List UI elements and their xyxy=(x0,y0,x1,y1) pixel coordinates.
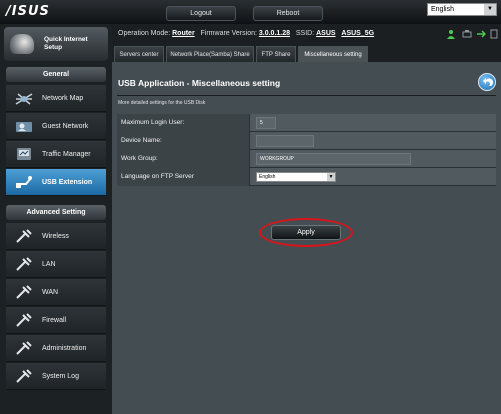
tab-miscellaneous-setting[interactable]: Miscellaneous setting xyxy=(298,46,368,62)
sidebar-item-label: Traffic Manager xyxy=(42,151,91,158)
printer-status-icon[interactable] xyxy=(462,29,472,39)
tab-ftp-share[interactable]: FTP Share xyxy=(256,46,296,62)
sidebar-item-label: Firewall xyxy=(42,317,67,324)
apply-button[interactable]: Apply xyxy=(271,225,341,240)
wrench-icon xyxy=(16,229,32,243)
ftp-language-select[interactable]: English ▼ xyxy=(256,172,336,182)
sidebar-item-traffic-manager[interactable]: Traffic Manager xyxy=(6,141,106,168)
language-select[interactable]: English ▼ xyxy=(427,3,497,16)
sidebar-item-label: Administration xyxy=(42,345,87,352)
title-divider xyxy=(117,95,496,96)
page-description: More detailed settings for the USB Disk xyxy=(118,100,206,106)
page-title: USB Application - Miscellaneous setting xyxy=(118,78,281,88)
quick-setup-icon xyxy=(10,34,34,54)
wrench-icon xyxy=(16,285,32,299)
back-button[interactable] xyxy=(478,73,496,91)
sidebar-item-label: Network Map xyxy=(42,95,84,102)
workgroup-input[interactable]: WORKGROUP xyxy=(256,153,411,165)
firmware-label: Firmware Version: xyxy=(200,30,257,37)
sidebar-item-label: Guest Network xyxy=(42,123,89,130)
traffic-manager-icon xyxy=(17,148,31,160)
max-login-input[interactable]: 5 xyxy=(256,117,276,129)
sidebar-item-network-map[interactable]: Network Map xyxy=(6,85,106,112)
chevron-down-icon: ▼ xyxy=(327,173,335,181)
sidebar-item-label: USB Extension xyxy=(42,179,93,186)
ssid-link-5g[interactable]: ASUS_5G xyxy=(341,30,374,37)
ssid-label: SSID: xyxy=(295,30,315,37)
sidebar-item-label: LAN xyxy=(42,261,56,268)
language-select-value: English xyxy=(431,6,454,13)
wrench-icon xyxy=(16,369,32,383)
disk-status-icon[interactable] xyxy=(489,29,499,39)
sidebar-item-administration[interactable]: Administration xyxy=(6,335,106,362)
status-bar: Operation Mode: Router Firmware Version:… xyxy=(112,24,501,44)
settings-panel: USB Application - Miscellaneous setting … xyxy=(112,62,501,414)
user-status-icon[interactable] xyxy=(446,29,456,39)
wrench-icon xyxy=(16,313,32,327)
device-name-label: Device Name: xyxy=(117,132,250,150)
sidebar-item-usb-extension[interactable]: USB Extension xyxy=(6,169,106,196)
general-section-header: General xyxy=(6,67,106,82)
form-row-ftp-language: Language on FTP Server English ▼ xyxy=(117,168,496,186)
back-arrow-icon xyxy=(483,78,494,86)
ftp-language-label: Language on FTP Server xyxy=(117,168,250,186)
guest-network-icon xyxy=(16,122,32,132)
tab-samba-share[interactable]: Network Place(Samba) Share xyxy=(166,46,254,62)
usb-extension-icon xyxy=(16,176,32,188)
wrench-icon xyxy=(16,257,32,271)
usb-status-icon[interactable] xyxy=(476,29,486,39)
network-map-icon xyxy=(15,93,33,105)
quick-internet-setup-button[interactable]: Quick Internet Setup xyxy=(4,27,108,61)
ssid-link-24g[interactable]: ASUS xyxy=(316,30,335,37)
top-bar: /ISUS Logout Reboot English ▼ xyxy=(0,0,501,24)
sidebar-item-guest-network[interactable]: Guest Network xyxy=(6,113,106,140)
form-row-workgroup: Work Group: WORKGROUP xyxy=(117,150,496,168)
ftp-language-value: English xyxy=(259,174,276,180)
reboot-button[interactable]: Reboot xyxy=(253,6,323,21)
operation-mode-label: Operation Mode: xyxy=(118,30,171,37)
tab-bar: Servers center Network Place(Samba) Shar… xyxy=(112,44,501,62)
main-area: Operation Mode: Router Firmware Version:… xyxy=(112,24,501,414)
firmware-version-link[interactable]: 3.0.0.1.28 xyxy=(259,30,290,37)
advanced-section-header: Advanced Setting xyxy=(6,205,106,220)
chevron-down-icon: ▼ xyxy=(484,4,496,15)
sidebar-item-label: WAN xyxy=(42,289,59,296)
wrench-icon xyxy=(16,341,32,355)
operation-mode-link[interactable]: Router xyxy=(172,30,195,37)
sidebar-item-wan[interactable]: WAN xyxy=(6,279,106,306)
tab-servers-center[interactable]: Servers center xyxy=(114,46,164,62)
logout-button[interactable]: Logout xyxy=(166,6,236,21)
quick-setup-label: Quick Internet Setup xyxy=(44,36,88,51)
form-row-device-name: Device Name: xyxy=(117,132,496,150)
form-row-max-login: Maximum Login User: 5 xyxy=(117,114,496,132)
max-login-label: Maximum Login User: xyxy=(117,114,250,132)
sidebar-item-lan[interactable]: LAN xyxy=(6,251,106,278)
asus-logo: /ISUS xyxy=(6,4,50,19)
sidebar-item-wireless[interactable]: Wireless xyxy=(6,223,106,250)
sidebar-item-label: System Log xyxy=(42,373,79,380)
sidebar-item-system-log[interactable]: System Log xyxy=(6,363,106,390)
sidebar-item-label: Wireless xyxy=(42,233,69,240)
sidebar-item-firewall[interactable]: Firewall xyxy=(6,307,106,334)
workgroup-label: Work Group: xyxy=(117,150,250,168)
device-name-input[interactable] xyxy=(256,135,314,147)
settings-form: Maximum Login User: 5 Device Name: Work … xyxy=(117,114,496,186)
sidebar: Quick Internet Setup General Network Map… xyxy=(0,24,112,414)
